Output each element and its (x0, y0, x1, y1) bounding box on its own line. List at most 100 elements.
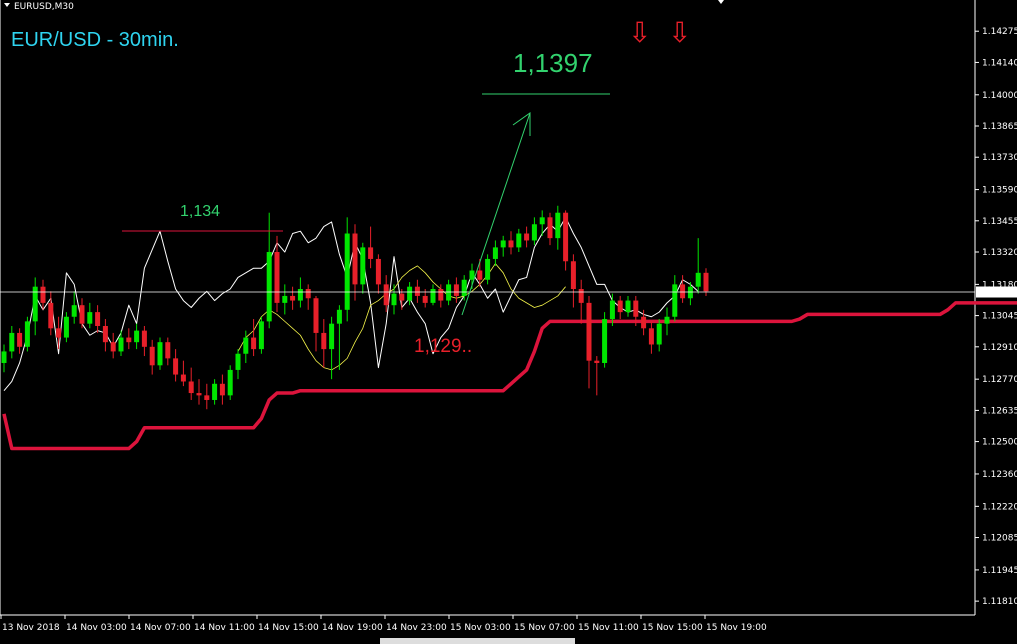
down-arrow-icon: ⇩ (668, 17, 691, 48)
candle-body (446, 284, 452, 301)
candle-body (149, 346, 155, 366)
candle-body (282, 295, 288, 303)
x-tick-label: 14 Nov 03:00 (66, 623, 127, 633)
candle-body (251, 337, 257, 350)
candle-body (500, 240, 506, 248)
candle-body (126, 337, 132, 343)
candle-body (266, 252, 272, 322)
candle-body (586, 302, 592, 361)
candle-body (383, 284, 389, 306)
candle-body (134, 330, 140, 343)
candle-body (422, 295, 428, 303)
candle-body (274, 252, 280, 303)
candle-body (56, 328, 62, 338)
candle-body (555, 212, 561, 239)
candle-body (24, 321, 30, 347)
y-tick-label: 1.13320 (982, 248, 1017, 258)
candle-body (508, 240, 514, 248)
y-tick-label: 1.13730 (982, 153, 1017, 163)
candle-body (461, 279, 467, 296)
candle-body (680, 284, 686, 299)
candle-body (469, 270, 475, 280)
current-price-label: 1.13147 (978, 288, 1015, 298)
candle-body (321, 332, 327, 350)
scroll-position-bar[interactable] (380, 638, 575, 644)
candle-body (625, 300, 631, 313)
down-arrow-icon: ⇩ (628, 17, 651, 48)
candle-body (430, 289, 436, 303)
candle-body (329, 323, 335, 350)
candle-body (102, 325, 108, 343)
candle-body (539, 217, 545, 225)
candle-body (17, 332, 23, 347)
candle-body (524, 233, 530, 241)
y-tick-label: 1.12910 (982, 343, 1017, 353)
x-tick-label: 15 Nov 03:00 (450, 623, 511, 633)
y-tick-label: 1.14275 (982, 27, 1017, 37)
candle-body (196, 393, 202, 396)
candle-body (204, 395, 210, 400)
candle-body (516, 233, 522, 248)
resistance-label: 1,134 (180, 203, 220, 220)
candle-body (95, 312, 101, 326)
candle-body (79, 305, 85, 324)
x-tick-label: 14 Nov 15:00 (258, 623, 319, 633)
x-tick-label: 13 Nov 2018 (2, 623, 60, 633)
x-tick-label: 15 Nov 19:00 (706, 623, 767, 633)
candle-body (243, 337, 249, 354)
candle-body (531, 224, 537, 241)
chart-title: EUR/USD - 30min. (11, 29, 179, 51)
x-tick-label: 14 Nov 23:00 (386, 623, 447, 633)
y-tick-label: 1.13590 (982, 186, 1017, 196)
candle-body (563, 212, 569, 262)
candle-body (118, 337, 124, 352)
candle-body (492, 247, 498, 259)
candle (602, 312, 608, 368)
candle-body (617, 300, 623, 313)
y-tick-label: 1.12220 (982, 502, 1017, 512)
candle-body (227, 369, 233, 396)
candle-body (578, 289, 584, 303)
candle-body (1, 351, 7, 363)
candle-body (235, 353, 241, 370)
x-tick-label: 14 Nov 11:00 (194, 623, 255, 633)
x-tick-label: 15 Nov 11:00 (578, 623, 639, 633)
symbol-tab-label: EURUSD,M30 (14, 2, 74, 12)
symbol-menu[interactable]: EURUSD,M30 (4, 2, 74, 12)
candle-body (602, 319, 608, 363)
candle-body (375, 258, 381, 285)
candle-body (664, 316, 670, 324)
candle-body (305, 289, 311, 299)
y-tick-label: 1.13865 (982, 122, 1017, 132)
candle-body (477, 270, 483, 280)
candle-body (594, 360, 600, 363)
price-chart[interactable]: EURUSD,M30 EUR/USD - 30min. 1.14275 1.141… (0, 0, 1017, 644)
candle-body (703, 272, 709, 292)
candle-body (648, 328, 654, 345)
y-tick-label: 1.12770 (982, 375, 1017, 385)
candle-body (180, 374, 186, 382)
candle-body (344, 233, 350, 310)
candle-body (633, 300, 639, 317)
candle-body (63, 316, 69, 338)
candle-body (219, 383, 225, 396)
candle-body (399, 293, 405, 301)
candle (24, 316, 30, 352)
y-tick-label: 1.12360 (982, 470, 1017, 480)
candle-body (40, 286, 46, 303)
candle-body (188, 381, 194, 394)
candle-body (212, 383, 218, 400)
candle-body (87, 312, 93, 324)
candle-body (672, 284, 678, 317)
x-tick-label: 14 Nov 19:00 (322, 623, 383, 633)
candle-body (110, 342, 116, 352)
y-tick-label: 1.14000 (982, 91, 1017, 101)
candle (227, 365, 233, 400)
candle (258, 316, 264, 354)
x-tick-label: 14 Nov 07:00 (130, 623, 191, 633)
candle-body (391, 293, 397, 306)
candle-body (258, 321, 264, 350)
chart-background (0, 0, 1017, 644)
y-tick-label: 1.14140 (982, 58, 1017, 68)
candle-body (157, 342, 163, 366)
